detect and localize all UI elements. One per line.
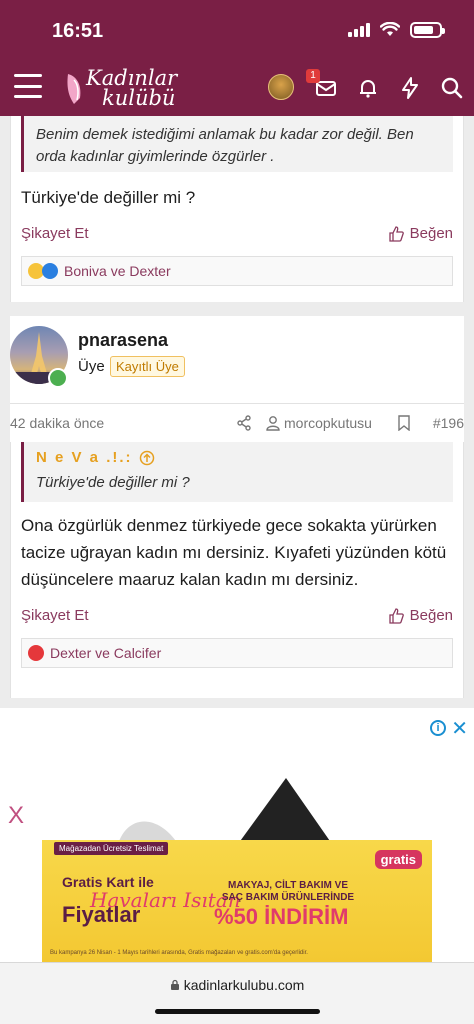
online-status-icon xyxy=(48,368,68,388)
user-avatar[interactable] xyxy=(268,74,294,100)
author-role: Üye xyxy=(78,358,105,375)
post-author-block: pnarasena Üye Kayıtlı Üye xyxy=(10,316,464,404)
ad-line3: Fiyatlar xyxy=(62,902,141,927)
browser-url-bar[interactable]: kadinlarkulubu.com xyxy=(0,962,474,1024)
post-actions: Şikayet Et Beğen xyxy=(11,607,463,624)
home-indicator[interactable] xyxy=(155,1009,320,1014)
post-separator xyxy=(0,302,474,316)
quote-author-row[interactable]: N e V a .!.: xyxy=(36,448,441,468)
post-meta: 42 dakika önce morcopkutusu #196 xyxy=(10,404,464,442)
author-username[interactable]: pnarasena xyxy=(78,330,168,351)
status-bar: 16:51 xyxy=(0,0,474,60)
post-actions: Şikayet Et Beğen xyxy=(11,225,463,242)
ad-note: Bu kampanya 26 Nisan - 1 Mayıs tarihleri… xyxy=(50,950,308,956)
product-image xyxy=(118,778,332,844)
search-icon[interactable] xyxy=(440,76,464,100)
like-label: Beğen xyxy=(409,225,453,242)
url-text[interactable]: kadinlarkulubu.com xyxy=(0,977,474,993)
like-reaction-icon xyxy=(42,263,58,279)
role-badge: Kayıtlı Üye xyxy=(110,356,185,377)
report-button[interactable]: Şikayet Et xyxy=(21,225,89,242)
status-time: 16:51 xyxy=(52,20,104,42)
reactions-bar[interactable]: Dexter ve Calcifer xyxy=(21,638,453,668)
battery-icon xyxy=(410,22,445,38)
quoted-username[interactable]: morcopkutusu xyxy=(284,415,372,431)
post-number[interactable]: #196 xyxy=(433,415,464,431)
thread-content: Benim demek istediğimi anlamak bu kadar … xyxy=(0,116,474,698)
menu-icon[interactable] xyxy=(14,74,42,98)
ad-offer-text: MAKYAJ, CİLT BAKIM VE SAÇ BAKIM ÜRÜNLERİ… xyxy=(221,880,355,903)
ad-close-icon[interactable]: ✕ xyxy=(451,716,468,741)
post-text: Türkiye'de değiller mi ? xyxy=(21,188,196,207)
reactions-users[interactable]: Dexter ve Calcifer xyxy=(50,645,161,661)
ad-dismiss-icon[interactable]: X xyxy=(8,802,24,830)
lock-icon xyxy=(170,979,179,990)
share-icon[interactable] xyxy=(236,415,252,431)
post-text: Ona özgürlük denmez türkiyede gece sokak… xyxy=(21,516,447,589)
dislike-reaction-icon xyxy=(28,645,44,661)
ad-tag: Mağazadan Ücretsiz Teslimat xyxy=(54,842,169,855)
arrow-up-circle-icon[interactable] xyxy=(139,450,155,466)
logo-text-2: kulübü xyxy=(102,86,176,110)
url-label: kadinlarkulubu.com xyxy=(183,977,305,993)
ad-info-icon[interactable]: i xyxy=(430,720,446,736)
advertisement: i ✕ X Mağazadan Ücretsiz Teslimat Gratis… xyxy=(0,708,474,962)
like-label: Beğen xyxy=(409,607,453,624)
status-icons xyxy=(348,22,445,38)
wifi-icon xyxy=(380,22,400,36)
site-logo[interactable]: Kadınlar kulübü xyxy=(62,64,192,112)
bell-icon[interactable] xyxy=(356,76,380,100)
reactions-users[interactable]: Boniva ve Dexter xyxy=(64,263,171,279)
ad-banner[interactable]: Mağazadan Ücretsiz Teslimat Gratis Kart … xyxy=(42,840,432,962)
reactions-bar[interactable]: Boniva ve Dexter xyxy=(21,256,453,286)
shoe-icon xyxy=(67,74,81,104)
post-time[interactable]: 42 dakika önce xyxy=(10,415,104,431)
post-card: N e V a .!.: Türkiye'de değiller mi ? On… xyxy=(10,442,464,698)
bookmark-icon[interactable] xyxy=(398,415,410,431)
report-button[interactable]: Şikayet Et xyxy=(21,607,89,624)
quote-block: N e V a .!.: Türkiye'de değiller mi ? xyxy=(21,442,453,502)
like-button[interactable]: Beğen xyxy=(388,225,453,242)
post-card: Benim demek istediğimi anlamak bu kadar … xyxy=(10,116,464,302)
lightning-icon[interactable] xyxy=(398,76,422,100)
like-button[interactable]: Beğen xyxy=(388,607,453,624)
quote-text: Türkiye'de değiller mi ? xyxy=(36,474,190,491)
user-icon xyxy=(266,416,280,431)
quote-author[interactable]: N e V a .!.: xyxy=(36,447,133,469)
ad-discount: %50 İNDİRİM xyxy=(214,904,349,929)
ad-brand: gratis xyxy=(374,850,422,869)
quote-block: Benim demek istediğimi anlamak bu kadar … xyxy=(21,116,453,172)
thumbs-up-icon xyxy=(388,225,404,242)
notification-badge: 1 xyxy=(306,69,320,83)
signal-icon xyxy=(348,23,370,37)
thumbs-up-icon xyxy=(388,607,404,624)
app-header: Kadınlar kulübü 1 xyxy=(0,60,474,116)
